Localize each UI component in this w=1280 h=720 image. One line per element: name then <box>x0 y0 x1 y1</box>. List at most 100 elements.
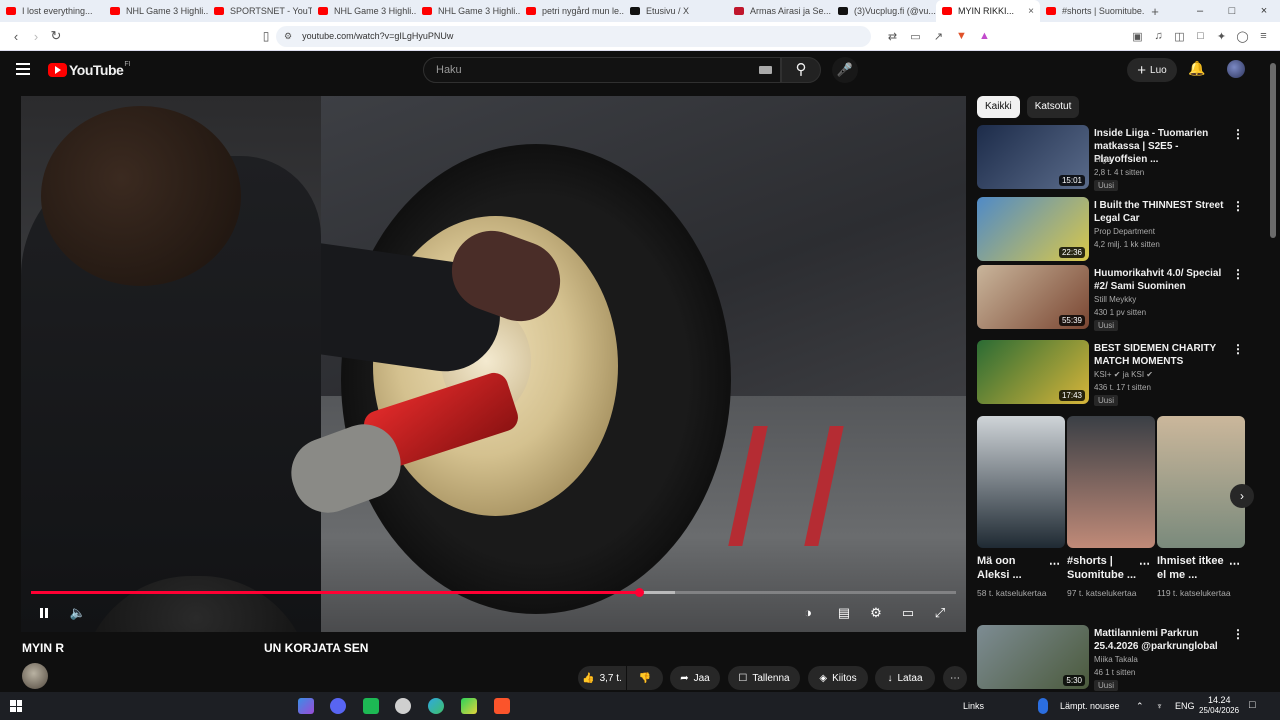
share-page-icon[interactable]: ↗ <box>927 30 950 43</box>
weather-icon[interactable] <box>1038 698 1048 714</box>
recommendation-channel[interactable]: Liiga <box>1094 155 1111 164</box>
recommendation-channel[interactable]: Still Meykky <box>1094 295 1136 304</box>
search-button[interactable]: ⚲ <box>781 57 821 83</box>
recommendation-thumbnail[interactable]: 15:01 <box>977 125 1089 189</box>
recommendation-channel[interactable]: KSI+ ✔ ja KSI ✔ <box>1094 370 1153 379</box>
chip-watched[interactable]: Katsotut <box>1026 96 1080 118</box>
keyboard-icon[interactable] <box>759 66 772 74</box>
app-green-icon[interactable] <box>363 698 379 714</box>
minimize-icon[interactable]: – <box>1184 5 1216 17</box>
pause-icon[interactable] <box>33 604 55 622</box>
back-icon[interactable]: ‹ <box>6 29 26 44</box>
search-input[interactable]: Haku <box>423 57 781 83</box>
discord-icon[interactable] <box>330 698 346 714</box>
forward-icon[interactable]: › <box>26 29 46 44</box>
maximize-icon[interactable]: □ <box>1216 5 1248 17</box>
media-player-icon[interactable] <box>461 698 477 714</box>
browser-tab[interactable]: NHL Game 3 Highli... <box>104 0 208 22</box>
media-icon[interactable]: ♫ <box>1148 30 1169 43</box>
notification-icon[interactable]: □ <box>1249 699 1256 711</box>
brave-shields-icon[interactable]: ▼ <box>950 30 973 43</box>
windows-start-icon[interactable] <box>10 700 22 712</box>
browser-tab[interactable]: NHL Game 3 Highli... <box>416 0 520 22</box>
recommendation-channel[interactable]: Miika Takala <box>1094 655 1138 664</box>
recommendation-item[interactable]: 5:30 Mattilanniemi Parkrun 25.4.2026 @par… <box>977 625 1257 691</box>
like-button[interactable]: 👍 3,7 t. <box>578 666 626 690</box>
hamburger-menu-icon[interactable] <box>16 63 30 75</box>
recommendation-thumbnail[interactable]: 55:39 <box>977 265 1089 329</box>
recommendation-title[interactable]: Mattilanniemi Parkrun 25.4.2026 @parkrun… <box>1094 627 1234 653</box>
autoplay-toggle-icon[interactable]: ◑ <box>797 604 819 622</box>
browser-tab[interactable]: MYIN RIKKI... × <box>936 0 1040 22</box>
new-tab-button[interactable]: + <box>1144 4 1166 19</box>
browser-tab[interactable]: NHL Game 3 Highli... <box>312 0 416 22</box>
account-avatar[interactable] <box>1227 60 1245 78</box>
more-vertical-icon[interactable]: ⋮ <box>1232 127 1244 141</box>
app-grey-icon[interactable] <box>395 698 411 714</box>
voice-search-button[interactable]: 🎤 <box>832 57 858 83</box>
browser-tab[interactable]: (3)Vucplug.fi (@vu... <box>832 0 936 22</box>
site-settings-icon[interactable]: ⚙ <box>284 31 292 42</box>
youtube-logo[interactable]: YouTube FI <box>48 61 131 78</box>
clock-date[interactable]: 25/04/2026 <box>1199 706 1239 715</box>
recommendation-item[interactable]: 15:01 Inside Liiga - Tuomarien matkassa |… <box>977 125 1257 191</box>
recommendation-title[interactable]: Inside Liiga - Tuomarien matkassa | S2E5… <box>1094 127 1234 166</box>
video-player[interactable]: 🔈 ◑ ▤ ⚙ ▭ ⤢ <box>21 96 966 632</box>
short-thumbnail[interactable] <box>977 416 1065 548</box>
recommendation-thumbnail[interactable]: 17:43 <box>977 340 1089 404</box>
save-button[interactable]: ☐ Tallenna <box>728 666 800 690</box>
scrollbar-thumb[interactable] <box>1270 63 1276 238</box>
links-toolbar[interactable]: Links <box>963 701 984 711</box>
short-title[interactable]: Mä oon Aleksi ... <box>977 554 1047 582</box>
network-icon[interactable]: ♆ <box>1156 701 1163 711</box>
browser-tab[interactable]: #shorts | Suomitube... <box>1040 0 1144 22</box>
recommendation-item[interactable]: 55:39 Huumorikahvit 4.0/ Special #2/ Sami… <box>977 265 1257 331</box>
recommendation-title[interactable]: BEST SIDEMEN CHARITY MATCH MOMENTS <box>1094 342 1234 368</box>
settings-gear-icon[interactable]: ⚙ <box>865 604 887 622</box>
recommendation-thumbnail[interactable]: 22:36 <box>977 197 1089 261</box>
edge-icon[interactable] <box>428 698 444 714</box>
more-horizontal-icon[interactable]: ⋯ <box>1229 557 1240 570</box>
recommendation-item[interactable]: 22:36 I Built the THINNEST Street Legal C… <box>977 197 1257 263</box>
extensions-icon[interactable]: □ <box>1190 30 1211 43</box>
bookmark-icon[interactable]: ▯ <box>256 29 276 43</box>
leo-icon[interactable]: ✦ <box>1211 30 1232 43</box>
download-button[interactable]: ↓ Lataa <box>875 666 935 690</box>
recommendation-channel[interactable]: Prop Department <box>1094 227 1155 236</box>
brave-taskbar-icon[interactable] <box>494 698 510 714</box>
more-horizontal-icon[interactable]: ⋯ <box>1049 557 1060 570</box>
progress-bar[interactable] <box>31 588 956 597</box>
reload-icon[interactable]: ↻ <box>46 28 66 44</box>
create-button[interactable]: + Luo <box>1127 58 1177 82</box>
recommendation-title[interactable]: I Built the THINNEST Street Legal Car <box>1094 199 1234 225</box>
window-close-icon[interactable]: × <box>1248 5 1280 17</box>
wallet-icon[interactable]: ▣ <box>1127 30 1148 43</box>
more-horizontal-icon[interactable]: ⋯ <box>1139 557 1150 570</box>
chip-all[interactable]: Kaikki <box>977 96 1020 118</box>
copilot-icon[interactable] <box>298 698 314 714</box>
brave-rewards-icon[interactable]: ▲ <box>973 30 996 43</box>
recommendation-title[interactable]: Huumorikahvit 4.0/ Special #2/ Sami Suom… <box>1094 267 1234 293</box>
volume-icon[interactable]: 🔈 <box>67 604 89 622</box>
more-vertical-icon[interactable]: ⋮ <box>1232 267 1244 281</box>
thanks-button[interactable]: ◈ Kiitos <box>808 666 868 690</box>
dislike-button[interactable]: 👎 <box>627 666 663 690</box>
browser-tab[interactable]: Etusivu / X <box>624 0 728 22</box>
language-indicator[interactable]: ENG <box>1175 701 1195 711</box>
clock-time[interactable]: 14.24 <box>1208 695 1231 705</box>
fullscreen-icon[interactable]: ⤢ <box>929 604 951 622</box>
page-scrollbar[interactable] <box>1266 51 1280 691</box>
shorts-next-button[interactable]: › <box>1230 484 1254 508</box>
short-title[interactable]: #shorts | Suomitube ... <box>1067 554 1137 582</box>
more-vertical-icon[interactable]: ⋮ <box>1232 342 1244 356</box>
browser-tab[interactable]: SPORTSNET - YouTu... <box>208 0 312 22</box>
short-thumbnail[interactable] <box>1157 416 1245 548</box>
share-button[interactable]: ➦ Jaa <box>670 666 720 690</box>
more-vertical-icon[interactable]: ⋮ <box>1232 627 1244 641</box>
browser-tab[interactable]: petri nygård mun le... <box>520 0 624 22</box>
cast-icon[interactable]: ▭ <box>904 30 927 43</box>
browser-tab[interactable]: Armas Airasi ja Se... <box>728 0 832 22</box>
short-thumbnail[interactable] <box>1067 416 1155 548</box>
theater-mode-icon[interactable]: ▭ <box>897 604 919 622</box>
progress-scrubber-handle[interactable] <box>634 588 644 597</box>
